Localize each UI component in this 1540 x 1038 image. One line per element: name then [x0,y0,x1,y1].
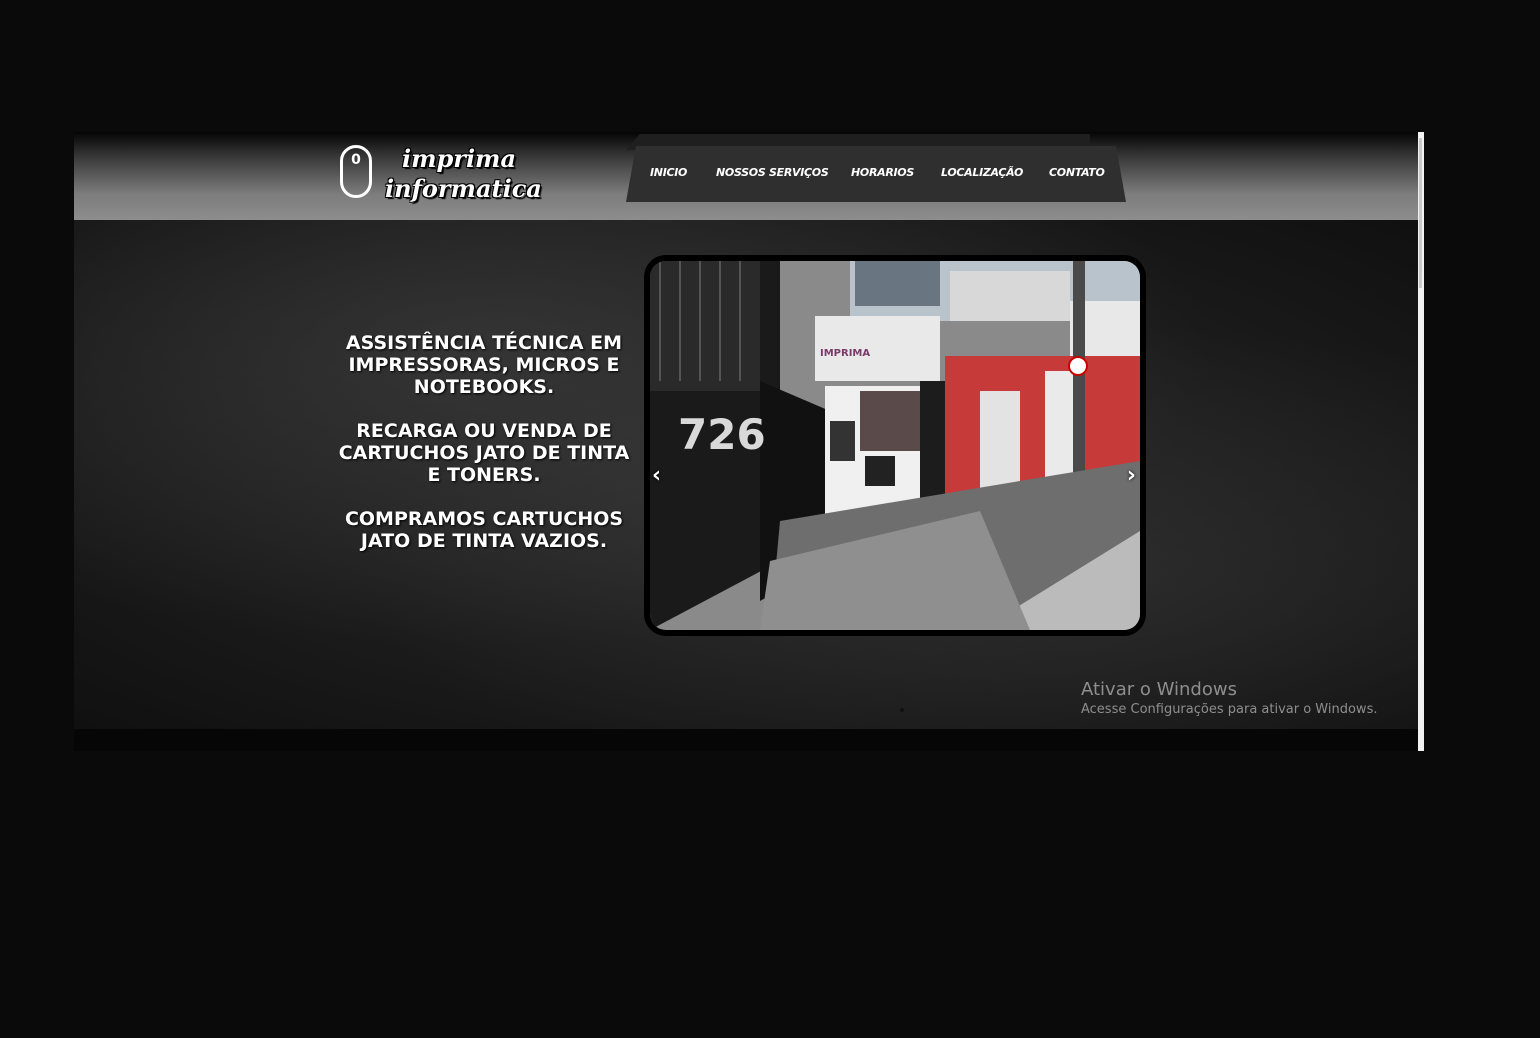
storefront-sign-text: IMPRIMA [820,348,870,359]
carousel-indicator-dot[interactable] [900,708,904,712]
mouse-icon-glyph: 0 [351,152,361,168]
nav-item-contato[interactable]: CONTATO [1049,166,1105,179]
nav-item-horarios[interactable]: HORARIOS [851,166,914,179]
nav-item-localizacao[interactable]: LOCALIZAÇÃO [941,166,1023,179]
promo-paragraph-recarga: RECARGA OU VENDA DE CARTUCHOS JATO DE TI… [338,420,630,486]
browser-viewport: 0 imprima informatica INICIO NOSSOS SERV… [74,132,1418,751]
nav-item-nossos-servicos[interactable]: NOSSOS SERVIÇOS [716,166,829,179]
computer-mouse-icon: 0 [340,145,372,198]
scrollbar-thumb[interactable] [1419,138,1422,288]
activation-title: Ativar o Windows [1081,679,1237,700]
promo-paragraph-compramos: COMPRAMOS CARTUCHOS JATO DE TINTA VAZIOS… [344,508,624,552]
promo-paragraph-assistencia: ASSISTÊNCIA TÉCNICA EM IMPRESSORAS, MICR… [345,332,623,398]
activation-subtitle: Acesse Configurações para ativar o Windo… [1081,702,1378,717]
logo-text-line1: imprima [402,144,516,173]
footer-bar [74,729,1418,751]
image-carousel[interactable]: IMPRIMA 726 ‹ › [644,255,1146,636]
windows-activation-watermark: Ativar o Windows Acesse Configurações pa… [1081,679,1401,717]
site-header: 0 imprima informatica INICIO NOSSOS SERV… [74,132,1418,220]
nav-item-inicio[interactable]: INICIO [650,166,687,179]
storefront-number: 726 [678,410,766,459]
hero-section: ASSISTÊNCIA TÉCNICA EM IMPRESSORAS, MICR… [74,220,1418,729]
storefront-illustration: IMPRIMA 726 [650,261,1140,630]
chevron-right-icon[interactable]: › [1127,463,1136,488]
promo-text: ASSISTÊNCIA TÉCNICA EM IMPRESSORAS, MICR… [334,332,634,574]
main-navigation: INICIO NOSSOS SERVIÇOS HORARIOS LOCALIZA… [626,146,1126,202]
logo-text-line2: informatica [385,174,542,203]
site-logo[interactable]: 0 imprima informatica [340,142,542,210]
storefront-photo: IMPRIMA 726 [650,261,1140,630]
chevron-left-icon[interactable]: ‹ [652,463,661,488]
page-scrollbar[interactable] [1418,132,1424,751]
